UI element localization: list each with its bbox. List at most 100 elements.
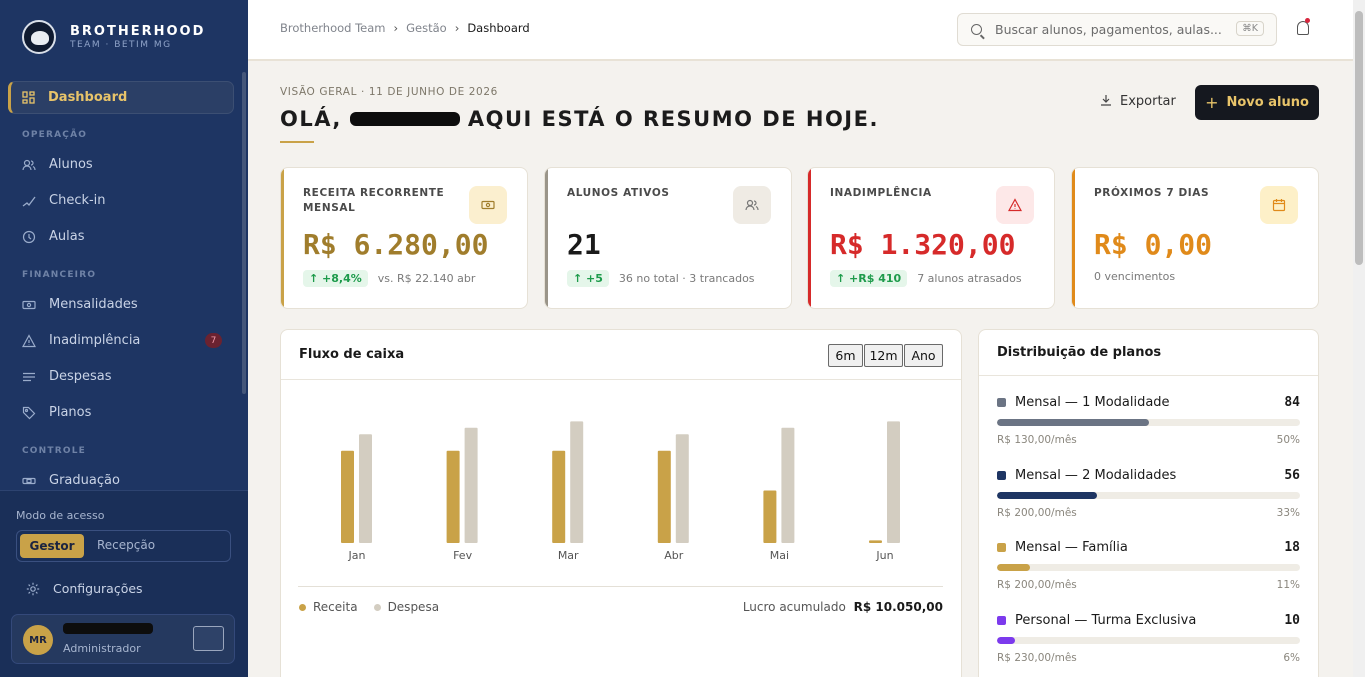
profit-label: Lucro acumulado bbox=[742, 600, 846, 614]
overview-date: VISÃO GERAL · 11 DE JUNHO DE 2026 bbox=[280, 86, 498, 98]
avatar: MR bbox=[23, 625, 53, 655]
plan-progress-fill bbox=[997, 492, 1097, 499]
list-icon bbox=[22, 370, 36, 384]
bar-receita-jan bbox=[341, 450, 354, 543]
plan-progress-fill bbox=[997, 564, 1031, 571]
kpi-note: 0 vencimentos bbox=[1094, 270, 1176, 283]
plan-price: R$ 200,00/mês bbox=[997, 579, 1077, 591]
bar-receita-mai bbox=[763, 490, 777, 543]
range-ano-button[interactable]: Ano bbox=[904, 344, 943, 367]
plan-progress bbox=[997, 492, 1300, 499]
notification-dot bbox=[1305, 18, 1310, 23]
sidebar-item-label: Alunos bbox=[49, 157, 93, 172]
plan-swatch bbox=[997, 616, 1006, 625]
bar-despesa-mai bbox=[781, 427, 795, 543]
gear-icon bbox=[26, 582, 40, 596]
mode-label: Modo de acesso bbox=[16, 509, 105, 522]
inadimplencia-badge: 7 bbox=[205, 333, 222, 348]
sidebar-item-label: Check-in bbox=[49, 193, 106, 208]
range-12m-button[interactable]: 12m bbox=[864, 344, 903, 367]
user-menu-button[interactable] bbox=[193, 626, 224, 651]
plan-percent: 6% bbox=[1283, 652, 1300, 664]
sidebar-item-dashboard[interactable]: Dashboard bbox=[8, 81, 234, 114]
mode-recepcao-button[interactable]: Recepção bbox=[97, 538, 155, 552]
belt-icon bbox=[22, 474, 36, 488]
cash-icon bbox=[469, 186, 507, 224]
sidebar-scrollbar[interactable] bbox=[242, 72, 246, 394]
x-tick-label: Jun bbox=[875, 549, 893, 562]
download-icon bbox=[1100, 94, 1112, 109]
sidebar-item-mensalidades[interactable]: Mensalidades bbox=[22, 297, 226, 312]
sidebar-item-planos[interactable]: Planos bbox=[22, 405, 226, 420]
chevron-right-icon: › bbox=[393, 21, 399, 35]
section-financeiro: FINANCEIRO bbox=[22, 270, 97, 280]
bar-receita-mar bbox=[552, 450, 566, 543]
kpi-delta: ↑ +8,4% bbox=[303, 270, 368, 287]
new-student-button[interactable]: + Novo aluno bbox=[1195, 85, 1319, 120]
section-operacao: OPERAÇÃO bbox=[22, 130, 88, 140]
plan-item: Mensal — Família 18 R$ 200,00/mês 11% bbox=[997, 540, 1300, 591]
bar-receita-jun bbox=[869, 540, 882, 543]
page-scrollbar-thumb[interactable] bbox=[1355, 11, 1363, 265]
bar-despesa-jun bbox=[887, 421, 900, 543]
breadcrumb-gestao[interactable]: Gestão bbox=[406, 21, 447, 35]
greet-suffix: AQUI ESTÁ O RESUMO DE HOJE. bbox=[467, 107, 879, 131]
chart-legend: Receita Despesa bbox=[299, 600, 439, 614]
sidebar-item-label: Despesas bbox=[49, 369, 112, 384]
kpi-card-mrr: RECEITA RECORRENTE MENSAL R$ 6.280,00 ↑ … bbox=[280, 167, 528, 309]
search-input[interactable]: Buscar alunos, pagamentos, aulas... ⌘K bbox=[957, 13, 1277, 46]
sidebar-item-checkin[interactable]: Check-in bbox=[22, 193, 226, 208]
x-tick-label: Fev bbox=[453, 549, 472, 562]
clock-icon bbox=[22, 230, 36, 244]
mode-gestor-button[interactable]: Gestor bbox=[20, 534, 84, 558]
x-tick-label: Mar bbox=[558, 549, 579, 562]
sidebar-item-alunos[interactable]: Alunos bbox=[22, 157, 226, 172]
sidebar-item-inadimplencia[interactable]: Inadimplência 7 bbox=[22, 333, 226, 348]
users-icon bbox=[733, 186, 771, 224]
sidebar-item-label: Planos bbox=[49, 405, 92, 420]
chevron-right-icon: › bbox=[454, 21, 460, 35]
plan-percent: 50% bbox=[1276, 434, 1300, 446]
sidebar-item-despesas[interactable]: Despesas bbox=[22, 369, 226, 384]
plan-name: Mensal — 1 Modalidade bbox=[1015, 395, 1170, 410]
section-controle: CONTROLE bbox=[22, 446, 86, 456]
user-name-redacted bbox=[63, 623, 153, 634]
plan-price: R$ 230,00/mês bbox=[997, 652, 1077, 664]
x-tick-label: Jan bbox=[348, 549, 366, 562]
range-6m-button[interactable]: 6m bbox=[828, 344, 863, 367]
export-button[interactable]: Exportar bbox=[1100, 94, 1176, 109]
plan-name: Personal — Turma Exclusiva bbox=[1015, 613, 1197, 628]
grid-icon bbox=[21, 91, 35, 105]
sidebar: BROTHERHOOD TEAM · BETIM MG Dashboard OP… bbox=[0, 0, 248, 677]
sidebar-item-label: Inadimplência bbox=[49, 333, 141, 348]
user-card[interactable]: MR Administrador bbox=[11, 614, 235, 664]
export-label: Exportar bbox=[1120, 94, 1176, 109]
warning-icon bbox=[996, 186, 1034, 224]
breadcrumb-team[interactable]: Brotherhood Team bbox=[280, 21, 386, 35]
page-title: OLÁ, AQUI ESTÁ O RESUMO DE HOJE. bbox=[280, 107, 879, 131]
sidebar-item-graduacao[interactable]: Graduação bbox=[22, 473, 226, 488]
bell-icon[interactable] bbox=[1297, 21, 1309, 35]
brand-logo bbox=[22, 20, 56, 54]
title-underline bbox=[280, 141, 314, 143]
sidebar-item-label: Dashboard bbox=[48, 90, 128, 105]
new-student-label: Novo aluno bbox=[1226, 95, 1309, 110]
greet-prefix: OLÁ, bbox=[280, 107, 342, 131]
brand[interactable]: BROTHERHOOD TEAM · BETIM MG bbox=[22, 20, 205, 54]
users-icon bbox=[22, 158, 36, 172]
legend-receita: Receita bbox=[313, 600, 358, 614]
plan-count: 10 bbox=[1284, 613, 1300, 628]
plans-panel: Distribuição de planos Mensal — 1 Modali… bbox=[978, 329, 1319, 677]
page-scrollbar[interactable] bbox=[1353, 0, 1365, 677]
profit-value: R$ 10.050,00 bbox=[853, 600, 943, 614]
plan-percent: 11% bbox=[1276, 579, 1300, 591]
plan-progress-fill bbox=[997, 637, 1016, 644]
plan-swatch bbox=[997, 543, 1006, 552]
plan-progress bbox=[997, 564, 1300, 571]
brand-name: BROTHERHOOD bbox=[70, 24, 206, 39]
x-tick-label: Mai bbox=[770, 549, 789, 562]
breadcrumb-current: Dashboard bbox=[467, 21, 530, 35]
sidebar-item-aulas[interactable]: Aulas bbox=[22, 229, 226, 244]
settings-link[interactable]: Configurações bbox=[26, 581, 143, 596]
kpi-delta: ↑ +5 bbox=[567, 270, 609, 287]
